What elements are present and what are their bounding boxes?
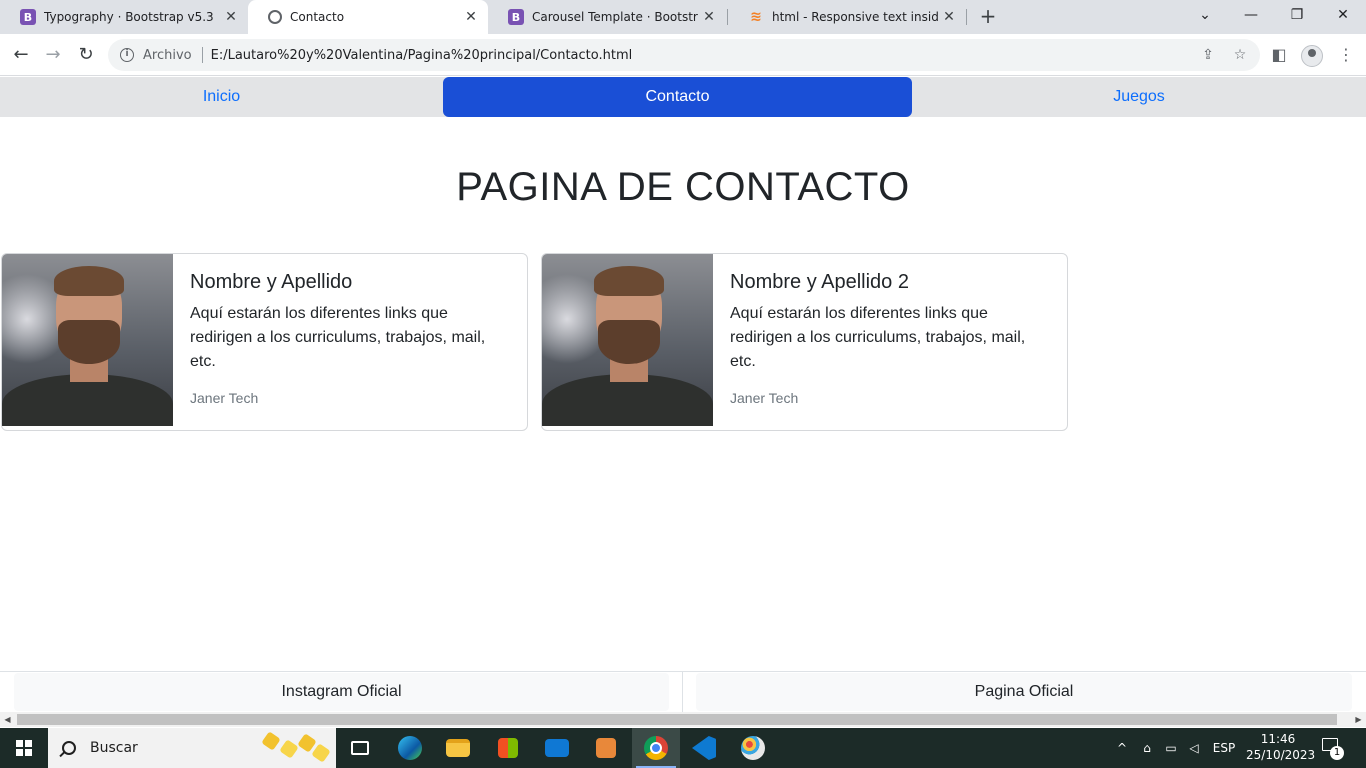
tab-divider: [966, 9, 967, 25]
card-meta: Janer Tech: [730, 390, 799, 406]
profile-avatar-icon[interactable]: [1301, 45, 1323, 67]
address-toolbar: ← → ↻ i Archivo E:/Lautaro%20y%20Valenti…: [0, 34, 1366, 76]
paint-icon[interactable]: [729, 728, 777, 768]
close-tab-icon[interactable]: ✕: [938, 9, 960, 25]
close-tab-icon[interactable]: ✕: [698, 9, 720, 25]
share-icon[interactable]: ⇪: [1196, 43, 1220, 67]
restore-icon[interactable]: ❐: [1274, 0, 1320, 30]
url-text[interactable]: E:/Lautaro%20y%20Valentina/Pagina%20prin…: [211, 48, 633, 63]
card-body: Nombre y Apellido Aquí estarán los difer…: [190, 271, 509, 406]
close-window-icon[interactable]: ✕: [1320, 0, 1366, 30]
card-meta: Janer Tech: [190, 390, 259, 406]
profile-photo: [2, 254, 173, 426]
meet-now-icon[interactable]: ⌂: [1138, 728, 1156, 768]
card-text: Aquí estarán los diferentes links que re…: [190, 305, 486, 370]
minimize-icon[interactable]: —: [1228, 0, 1274, 30]
task-view-icon[interactable]: [336, 728, 384, 768]
browser-tab-carousel[interactable]: B Carousel Template · Bootstrap v5 ✕: [488, 0, 726, 34]
official-page-link[interactable]: Pagina Oficial: [696, 673, 1352, 711]
language-indicator[interactable]: ESP: [1212, 728, 1236, 768]
forward-arrow-icon[interactable]: →: [39, 41, 67, 69]
web-page: Inicio Contacto Juegos PAGINA DE CONTACT…: [0, 77, 1366, 712]
search-highlight-icon: [260, 731, 332, 764]
card-text: Aquí estarán los diferentes links que re…: [730, 305, 1026, 370]
footer-divider: [682, 672, 683, 712]
profile-photo: [542, 254, 713, 426]
scroll-left-icon[interactable]: ◀: [0, 712, 15, 727]
footer-links: Instagram Oficial Pagina Oficial: [0, 671, 1366, 712]
omnibox-divider: [201, 47, 203, 63]
globe-icon: [268, 10, 282, 24]
tab-title: Carousel Template · Bootstrap v5: [532, 10, 698, 24]
menu-kebab-icon[interactable]: ⋮: [1332, 41, 1360, 69]
search-label: Buscar: [90, 740, 138, 756]
nav-item-juegos[interactable]: Juegos: [912, 77, 1366, 117]
info-icon[interactable]: i: [120, 48, 134, 62]
windows-taskbar: Buscar ^ ⌂ ▭ ◁ ESP 11:46 25/10/2023 1: [0, 728, 1366, 768]
chrome-icon[interactable]: [632, 728, 680, 768]
instagram-link[interactable]: Instagram Oficial: [14, 673, 669, 711]
contact-card: Nombre y Apellido Aquí estarán los difer…: [1, 253, 528, 431]
browser-tab-contacto[interactable]: Contacto ✕: [248, 0, 488, 34]
address-bar[interactable]: i Archivo E:/Lautaro%20y%20Valentina/Pag…: [108, 39, 1260, 71]
reload-icon[interactable]: ↻: [72, 41, 100, 69]
start-button[interactable]: [0, 728, 48, 768]
network-icon[interactable]: ▭: [1161, 728, 1181, 768]
browser-tab-stackoverflow[interactable]: ≋ html - Responsive text inside card ✕: [728, 0, 966, 34]
search-icon: [62, 741, 76, 755]
scrollbar-thumb[interactable]: [17, 714, 1337, 725]
tab-title: html - Responsive text inside card: [772, 10, 938, 24]
nav-item-contacto[interactable]: Contacto: [443, 77, 912, 117]
stackoverflow-icon: ≋: [750, 9, 762, 25]
new-tab-icon[interactable]: +: [976, 4, 1000, 28]
microsoft-store-icon[interactable]: [484, 728, 532, 768]
notification-count: 1: [1330, 746, 1344, 760]
show-hidden-icons-icon[interactable]: ^: [1114, 728, 1130, 768]
video-player-icon[interactable]: [582, 728, 630, 768]
file-explorer-icon[interactable]: [434, 728, 482, 768]
close-tab-icon[interactable]: ✕: [220, 9, 242, 25]
card-title: Nombre y Apellido: [190, 271, 353, 293]
windows-logo-icon: [16, 740, 32, 756]
bootstrap-icon: B: [508, 9, 524, 25]
horizontal-scrollbar[interactable]: ◀ ▶: [0, 712, 1366, 727]
tab-search-chevron-icon[interactable]: ⌄: [1182, 0, 1228, 30]
tab-title: Contacto: [290, 10, 345, 24]
close-tab-icon[interactable]: ✕: [460, 9, 482, 25]
volume-muted-icon[interactable]: ◁: [1185, 728, 1203, 768]
scroll-right-icon[interactable]: ▶: [1351, 712, 1366, 727]
scheme-label: Archivo: [143, 47, 192, 63]
vscode-icon[interactable]: [680, 728, 728, 768]
bootstrap-icon: B: [20, 9, 36, 25]
card-title: Nombre y Apellido 2: [730, 271, 909, 293]
clock-time: 11:46: [1260, 732, 1296, 746]
clock-date: 25/10/2023: [1246, 748, 1316, 762]
side-panel-icon[interactable]: ◧: [1265, 41, 1293, 69]
card-body: Nombre y Apellido 2 Aquí estarán los dif…: [730, 271, 1049, 406]
system-clock[interactable]: 11:46 25/10/2023: [1246, 731, 1316, 763]
action-center-icon[interactable]: 1: [1318, 736, 1344, 760]
page-title: PAGINA DE CONTACTO: [456, 165, 910, 209]
tab-title: Typography · Bootstrap v5.3: [44, 10, 214, 24]
taskbar-search[interactable]: Buscar: [48, 728, 336, 768]
browser-tab-strip: B Typography · Bootstrap v5.3 ✕ Contacto…: [0, 0, 1366, 34]
edge-icon[interactable]: [386, 728, 434, 768]
browser-tab-typography[interactable]: B Typography · Bootstrap v5.3 ✕: [0, 0, 248, 34]
page-nav: Inicio Contacto Juegos: [0, 77, 1366, 117]
contact-card: Nombre y Apellido 2 Aquí estarán los dif…: [541, 253, 1068, 431]
nav-item-inicio[interactable]: Inicio: [0, 77, 443, 117]
mail-icon[interactable]: [533, 728, 581, 768]
bookmark-star-icon[interactable]: ☆: [1228, 43, 1252, 67]
back-arrow-icon[interactable]: ←: [7, 41, 35, 69]
